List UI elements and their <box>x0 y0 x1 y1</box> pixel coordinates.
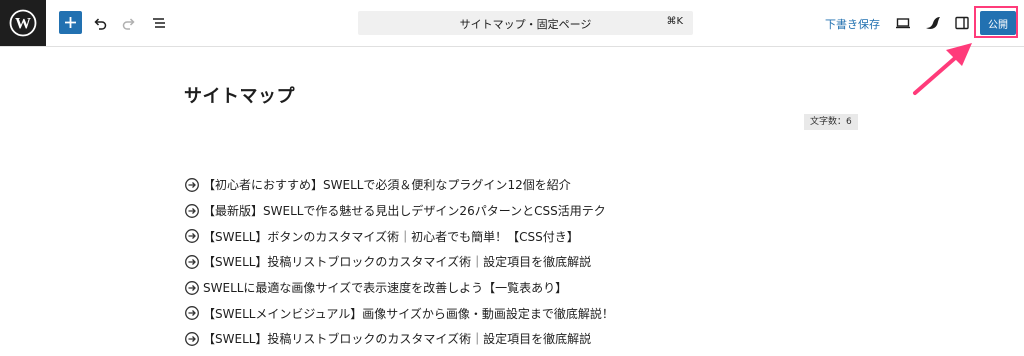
wordpress-logo-icon: W <box>9 9 37 37</box>
undo-button[interactable] <box>89 12 111 34</box>
post-list-item[interactable]: 【SWELLメインビジュアル】画像サイズから画像・動画設定まで徹底解説！ <box>184 300 614 326</box>
post-title-link[interactable]: 【SWELL】ボタンのカスタマイズ術｜初心者でも簡単！【CSS付き】 <box>203 228 579 245</box>
post-title-link[interactable]: 【最新版】SWELLで作る魅せる見出しデザイン26パターンとCSS活用テク <box>203 202 606 219</box>
post-list-block[interactable]: 【初心者におすすめ】SWELLで必須＆便利なプラグイン12個を紹介 【最新版】S… <box>184 172 614 352</box>
post-list-item[interactable]: 【SWELL】ボタンのカスタマイズ術｜初心者でも簡単！【CSS付き】 <box>184 223 614 249</box>
undo-icon <box>94 18 107 30</box>
page-title[interactable]: サイトマップ <box>184 82 295 108</box>
post-title-link[interactable]: 【SWELL】投稿リストブロックのカスタマイズ術｜設定項目を徹底解説 <box>203 330 591 347</box>
circle-arrow-right-icon <box>185 203 199 218</box>
circle-arrow-right-icon <box>185 177 199 192</box>
character-count-badge: 文字数：6 <box>804 114 858 130</box>
svg-text:W: W <box>15 16 31 33</box>
desktop-preview-icon <box>896 18 910 29</box>
swell-logo-icon <box>926 17 940 29</box>
add-block-button[interactable] <box>59 11 82 34</box>
post-title-link[interactable]: 【SWELL】投稿リストブロックのカスタマイズ術｜設定項目を徹底解説 <box>203 253 591 270</box>
circle-arrow-right-icon <box>185 280 199 295</box>
circle-arrow-right-icon <box>185 229 199 244</box>
command-shortcut: ⌘K <box>666 16 683 27</box>
command-palette-bar[interactable]: サイトマップ・固定ページ ⌘K <box>358 11 693 35</box>
post-list-item[interactable]: 【SWELL】投稿リストブロックのカスタマイズ術｜設定項目を徹底解説 <box>184 326 614 352</box>
plus-icon <box>65 17 76 28</box>
post-list-item[interactable]: SWELLに最適な画像サイズで表示速度を改善しよう【一覧表あり】 <box>184 275 614 301</box>
editor-top-toolbar: W サイトマップ・固定ページ ⌘K 下書き保存 公開 <box>0 0 1024 47</box>
save-draft-button[interactable]: 下書き保存 <box>825 16 880 32</box>
post-list-item[interactable]: 【SWELL】投稿リストブロックのカスタマイズ術｜設定項目を徹底解説 <box>184 249 614 275</box>
post-list-item[interactable]: 【初心者におすすめ】SWELLで必須＆便利なプラグイン12個を紹介 <box>184 172 614 198</box>
circle-arrow-right-icon <box>185 254 199 269</box>
circle-arrow-right-icon <box>185 332 199 346</box>
sidebar-toggle-icon <box>955 16 969 30</box>
list-view-button[interactable] <box>148 12 170 34</box>
settings-sidebar-toggle[interactable] <box>951 12 973 34</box>
post-title-link[interactable]: SWELLに最適な画像サイズで表示速度を改善しよう【一覧表あり】 <box>203 279 567 296</box>
redo-icon <box>122 18 135 30</box>
wordpress-logo-button[interactable]: W <box>0 0 46 46</box>
preview-button[interactable] <box>892 12 914 34</box>
post-title-link[interactable]: 【SWELLメインビジュアル】画像サイズから画像・動画設定まで徹底解説！ <box>203 305 614 322</box>
publish-button[interactable]: 公開 <box>980 11 1016 35</box>
redo-button[interactable] <box>118 12 140 34</box>
list-view-icon <box>153 18 165 28</box>
circle-arrow-right-icon <box>185 306 199 321</box>
swell-settings-button[interactable] <box>922 12 944 34</box>
post-list-item[interactable]: 【最新版】SWELLで作る魅せる見出しデザイン26パターンとCSS活用テク <box>184 198 614 224</box>
post-title-link[interactable]: 【初心者におすすめ】SWELLで必須＆便利なプラグイン12個を紹介 <box>203 176 571 193</box>
document-title: サイトマップ・固定ページ <box>459 18 592 31</box>
